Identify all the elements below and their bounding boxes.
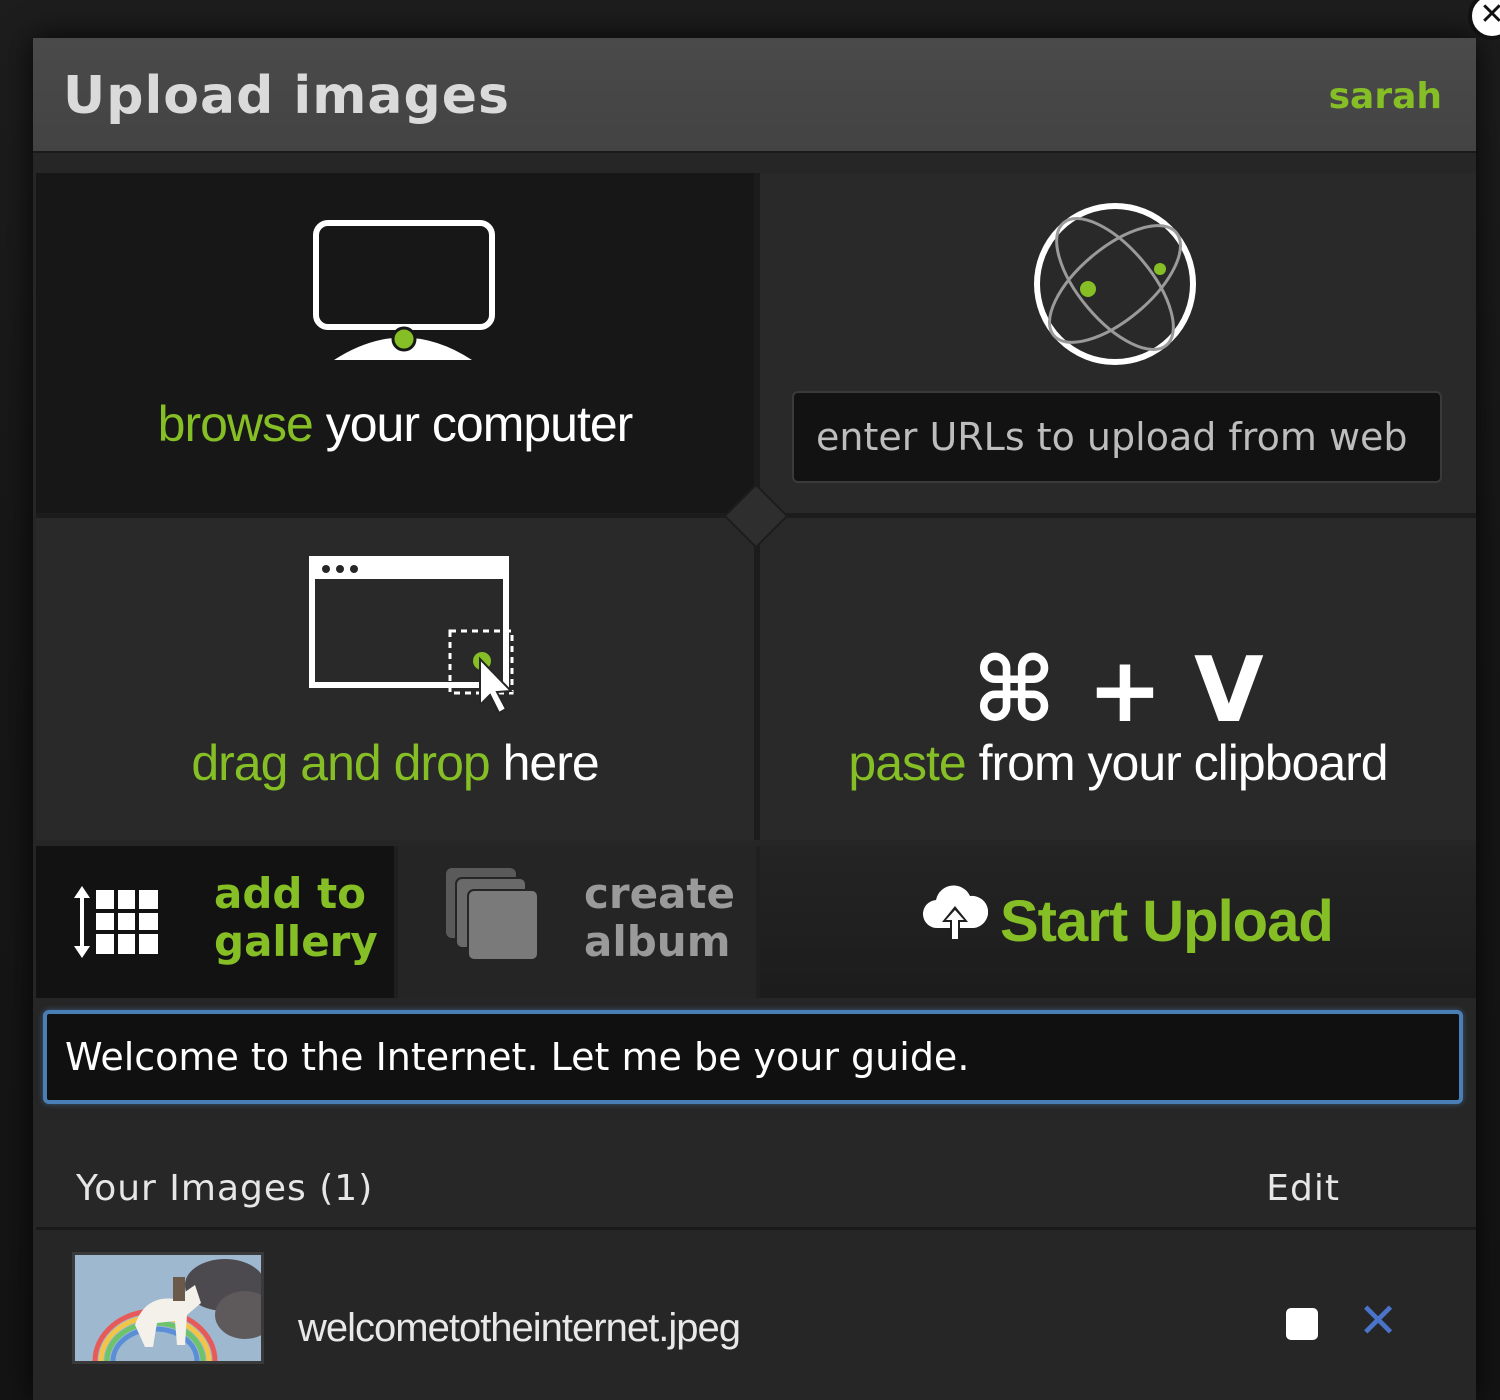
image-thumbnail[interactable] [72, 1252, 264, 1364]
create-album-line2: album [584, 917, 731, 966]
gallery-grid-icon [74, 886, 158, 958]
username-link[interactable]: sarah [1329, 76, 1442, 117]
modal-title: Upload images [63, 66, 510, 126]
monitor-icon [313, 220, 495, 360]
upload-modal: Upload images sarah browse your computer [33, 38, 1476, 1400]
paste-label-rest: from your clipboard [965, 735, 1389, 791]
browse-label-highlight: browse [157, 396, 314, 452]
create-album-button[interactable]: create album [398, 846, 756, 998]
cloud-upload-icon [922, 885, 988, 942]
start-upload-button[interactable]: Start Upload [760, 846, 1476, 998]
your-images-title: Your Images (1) [76, 1168, 374, 1209]
browse-label: browse your computer [36, 395, 754, 453]
url-input[interactable] [792, 391, 1442, 483]
globe-icon [1034, 203, 1196, 365]
start-upload-label: Start Upload [1000, 889, 1334, 954]
browse-label-rest: your computer [312, 396, 634, 452]
create-album-line1: create [584, 869, 735, 918]
create-album-label: create album [584, 870, 735, 966]
add-to-gallery-line1: add to [214, 869, 367, 918]
image-title-input[interactable] [43, 1010, 1463, 1104]
add-to-gallery-label: add to gallery [214, 870, 378, 966]
modal-header: Upload images sarah [33, 38, 1476, 153]
add-to-gallery-line2: gallery [214, 917, 378, 966]
drag-drop-label-rest: here [489, 735, 600, 791]
add-to-gallery-button[interactable]: add to gallery [36, 846, 394, 998]
browse-computer-panel[interactable]: browse your computer [36, 173, 754, 513]
drag-drop-label-highlight: drag and drop [191, 735, 490, 791]
image-list-item: welcometotheinternet.jpeg ✕ [36, 1234, 1476, 1400]
thumbnail-picture [75, 1255, 261, 1361]
drag-drop-label: drag and drop here [36, 734, 754, 792]
paste-shortcut-keys: ⌘ + V [972, 638, 1264, 743]
remove-image-icon[interactable]: ✕ [1358, 1296, 1398, 1348]
your-images-header: Your Images (1) Edit [36, 1120, 1476, 1230]
image-filename: welcometotheinternet.jpeg [298, 1306, 741, 1350]
action-bar: add to gallery create album Start Upload [36, 846, 1476, 998]
paste-label-highlight: paste [848, 735, 966, 791]
paste-clipboard-panel: ⌘ + V paste from your clipboard [760, 518, 1476, 840]
album-stack-icon [446, 868, 539, 961]
drag-drop-panel[interactable]: drag and drop here [36, 518, 754, 840]
paste-label: paste from your clipboard [760, 734, 1476, 792]
browser-window-icon [309, 556, 514, 715]
edit-images-link[interactable]: Edit [1266, 1168, 1340, 1209]
url-upload-panel [760, 173, 1476, 513]
image-select-checkbox[interactable] [1286, 1308, 1318, 1340]
